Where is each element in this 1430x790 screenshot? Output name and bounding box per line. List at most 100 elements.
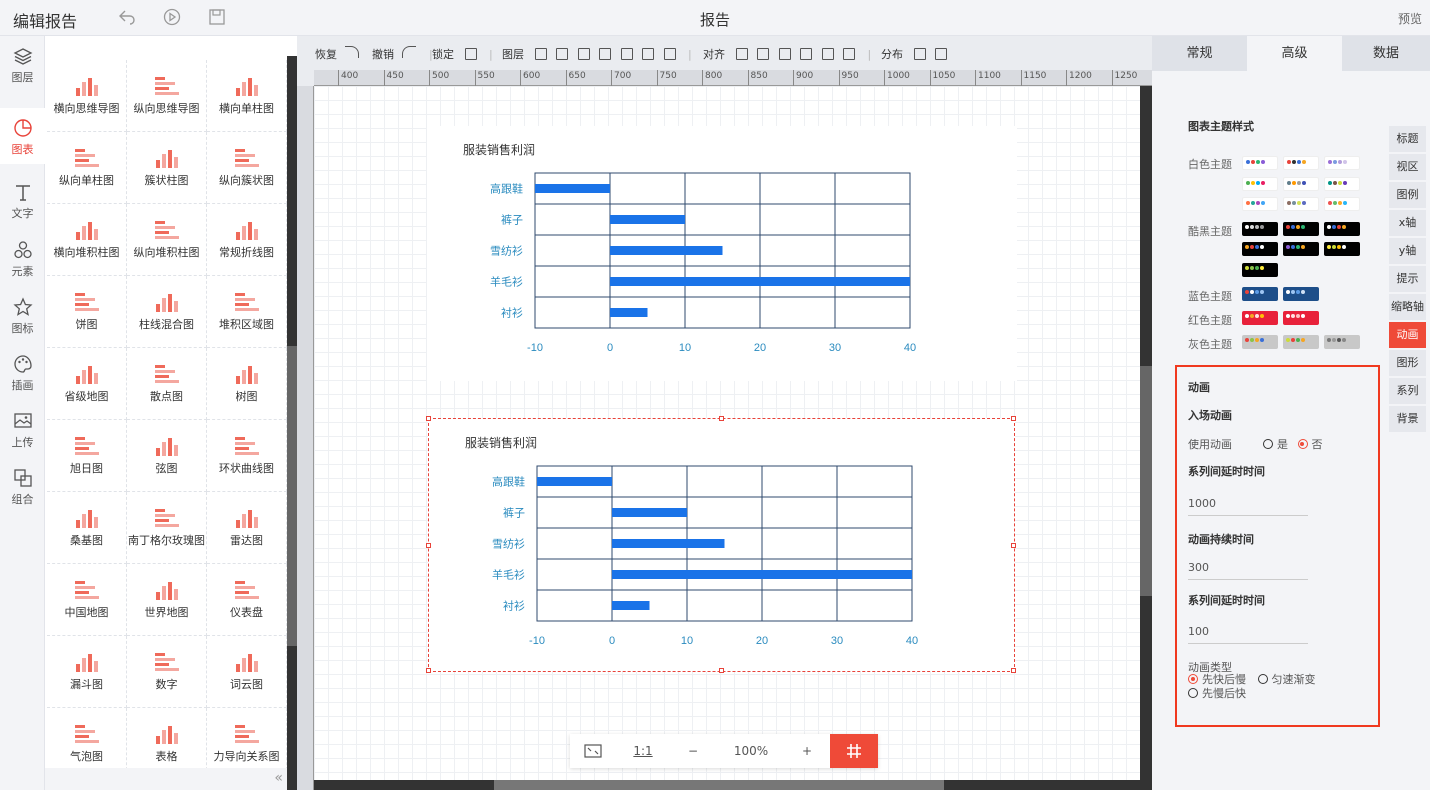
- delete-icon[interactable]: [642, 48, 654, 60]
- theme-swatch[interactable]: [1242, 242, 1278, 256]
- zoom-ratio-button[interactable]: 1:1: [618, 734, 668, 768]
- palette-item[interactable]: 雷达图: [207, 492, 287, 564]
- align-top-icon[interactable]: [800, 48, 812, 60]
- palette-item[interactable]: 饼图: [47, 276, 127, 348]
- back-icon[interactable]: [118, 8, 138, 28]
- palette-item[interactable]: 横向单柱图: [207, 60, 287, 132]
- palette-item[interactable]: 世界地图: [127, 564, 207, 636]
- side-tab[interactable]: 图例: [1389, 182, 1426, 208]
- chart-container-2-selected[interactable]: 服装销售利润 -10 0 10 20 30 40 高跟鞋 裤子 雪纺衫 羊毛衫 衬衫: [426, 416, 1016, 673]
- theme-swatch[interactable]: [1324, 222, 1360, 236]
- save-icon[interactable]: [208, 8, 228, 28]
- align-left-icon[interactable]: [735, 48, 748, 60]
- palette-scrollbar-thumb[interactable]: [287, 346, 297, 646]
- theme-swatch[interactable]: [1283, 335, 1319, 349]
- side-tab[interactable]: 动画: [1389, 322, 1426, 348]
- layer-top-icon[interactable]: [556, 48, 568, 60]
- distribute-v-icon[interactable]: [935, 48, 947, 60]
- theme-swatch[interactable]: [1242, 335, 1278, 349]
- palette-item[interactable]: 数字: [127, 636, 207, 708]
- theme-swatch[interactable]: [1242, 287, 1278, 301]
- type-ease-out-radio[interactable]: [1188, 674, 1198, 684]
- palette-item[interactable]: 旭日图: [47, 420, 127, 492]
- tab-general[interactable]: 常规: [1152, 36, 1247, 71]
- nav-charts[interactable]: 图表: [0, 108, 45, 164]
- collapse-icon[interactable]: «: [274, 770, 283, 786]
- nav-illustrations[interactable]: 插画: [0, 344, 45, 400]
- resize-handle-nw[interactable]: [426, 416, 431, 421]
- theme-swatch[interactable]: [1324, 335, 1360, 349]
- canvas-vertical-scrollbar[interactable]: [1140, 86, 1152, 790]
- theme-swatch[interactable]: [1242, 311, 1278, 325]
- palette-item[interactable]: 南丁格尔玫瑰图: [127, 492, 207, 564]
- nav-elements[interactable]: 元素: [0, 230, 45, 286]
- palette-item[interactable]: 仪表盘: [207, 564, 287, 636]
- theme-swatch[interactable]: [1283, 242, 1319, 256]
- palette-item[interactable]: 纵向思维导图: [127, 60, 207, 132]
- palette-item[interactable]: 常规折线图: [207, 204, 287, 276]
- resize-handle-s[interactable]: [719, 668, 724, 673]
- resize-handle-w[interactable]: [426, 543, 431, 548]
- nav-text[interactable]: 文字: [0, 172, 45, 228]
- side-tab[interactable]: y轴: [1389, 238, 1426, 264]
- palette-item[interactable]: 气泡图: [47, 708, 127, 768]
- theme-swatch[interactable]: [1283, 177, 1319, 191]
- theme-swatch[interactable]: [1242, 177, 1278, 191]
- side-tab[interactable]: 图形: [1389, 350, 1426, 376]
- type-ease-in-radio[interactable]: [1188, 688, 1198, 698]
- use-animation-yes-radio[interactable]: [1263, 439, 1273, 449]
- palette-item[interactable]: 纵向堆积柱图: [127, 204, 207, 276]
- fit-screen-icon[interactable]: [570, 734, 616, 768]
- resize-handle-n[interactable]: [719, 416, 724, 421]
- nav-layers[interactable]: 图层: [0, 36, 45, 92]
- preview-button[interactable]: 预览: [1398, 10, 1422, 27]
- theme-swatch[interactable]: [1283, 197, 1319, 211]
- canvas-hscroll-thumb[interactable]: [494, 780, 944, 790]
- theme-swatch[interactable]: [1324, 242, 1360, 256]
- palette-item[interactable]: 横向堆积柱图: [47, 204, 127, 276]
- series-delay-input[interactable]: 1000: [1188, 497, 1308, 516]
- resize-handle-ne[interactable]: [1011, 416, 1016, 421]
- use-animation-no-radio[interactable]: [1297, 439, 1308, 449]
- theme-swatch[interactable]: [1283, 287, 1319, 301]
- zoom-in-button[interactable]: +: [784, 734, 830, 768]
- canvas-stage[interactable]: 服装销售利润 -10 0 10 20 30 40 高跟鞋 裤子 雪纺衫 羊毛衫 衬衫 服装销售利润 -1…: [314, 86, 1140, 780]
- palette-item[interactable]: 簇状柱图: [127, 132, 207, 204]
- canvas-horizontal-scrollbar[interactable]: [314, 780, 1140, 790]
- palette-item[interactable]: 散点图: [127, 348, 207, 420]
- side-tab[interactable]: 缩略轴: [1389, 294, 1426, 320]
- chart-container-1[interactable]: 服装销售利润 -10 0 10 20 30 40 高跟鞋 裤子 雪纺衫 羊毛衫 衬衫: [427, 126, 1017, 381]
- zoom-out-button[interactable]: −: [668, 734, 718, 768]
- align-bottom-icon[interactable]: [843, 48, 855, 60]
- side-tab[interactable]: 视区: [1389, 154, 1426, 180]
- side-tab[interactable]: 标题: [1389, 126, 1426, 152]
- tab-data[interactable]: 数据: [1342, 36, 1430, 71]
- palette-item[interactable]: 树图: [207, 348, 287, 420]
- theme-swatch[interactable]: [1242, 222, 1278, 236]
- palette-item[interactable]: 环状曲线图: [207, 420, 287, 492]
- theme-swatch[interactable]: [1242, 156, 1278, 170]
- duration-input[interactable]: 300: [1188, 561, 1308, 580]
- resize-handle-e[interactable]: [1011, 543, 1016, 548]
- palette-item[interactable]: 纵向单柱图: [47, 132, 127, 204]
- tab-advanced[interactable]: 高级: [1247, 36, 1342, 71]
- side-tab[interactable]: 提示: [1389, 266, 1426, 292]
- side-tab[interactable]: 系列: [1389, 378, 1426, 404]
- resize-handle-se[interactable]: [1011, 668, 1016, 673]
- layer-up-icon[interactable]: [534, 48, 547, 60]
- side-tab[interactable]: 背景: [1389, 406, 1426, 432]
- layer-center-icon[interactable]: [620, 48, 633, 60]
- align-vcenter-icon[interactable]: [821, 48, 834, 60]
- theme-swatch[interactable]: [1324, 177, 1360, 191]
- align-hcenter-icon[interactable]: [757, 48, 769, 60]
- palette-item[interactable]: 词云图: [207, 636, 287, 708]
- type-linear-radio[interactable]: [1257, 674, 1268, 684]
- palette-scrollbar[interactable]: [287, 56, 297, 790]
- theme-swatch[interactable]: [1324, 156, 1360, 170]
- side-tab[interactable]: x轴: [1389, 210, 1426, 236]
- resize-handle-sw[interactable]: [426, 668, 431, 673]
- nav-upload[interactable]: 上传: [0, 401, 45, 457]
- palette-item[interactable]: 桑基图: [47, 492, 127, 564]
- palette-item[interactable]: 省级地图: [47, 348, 127, 420]
- layer-down-icon[interactable]: [577, 48, 590, 60]
